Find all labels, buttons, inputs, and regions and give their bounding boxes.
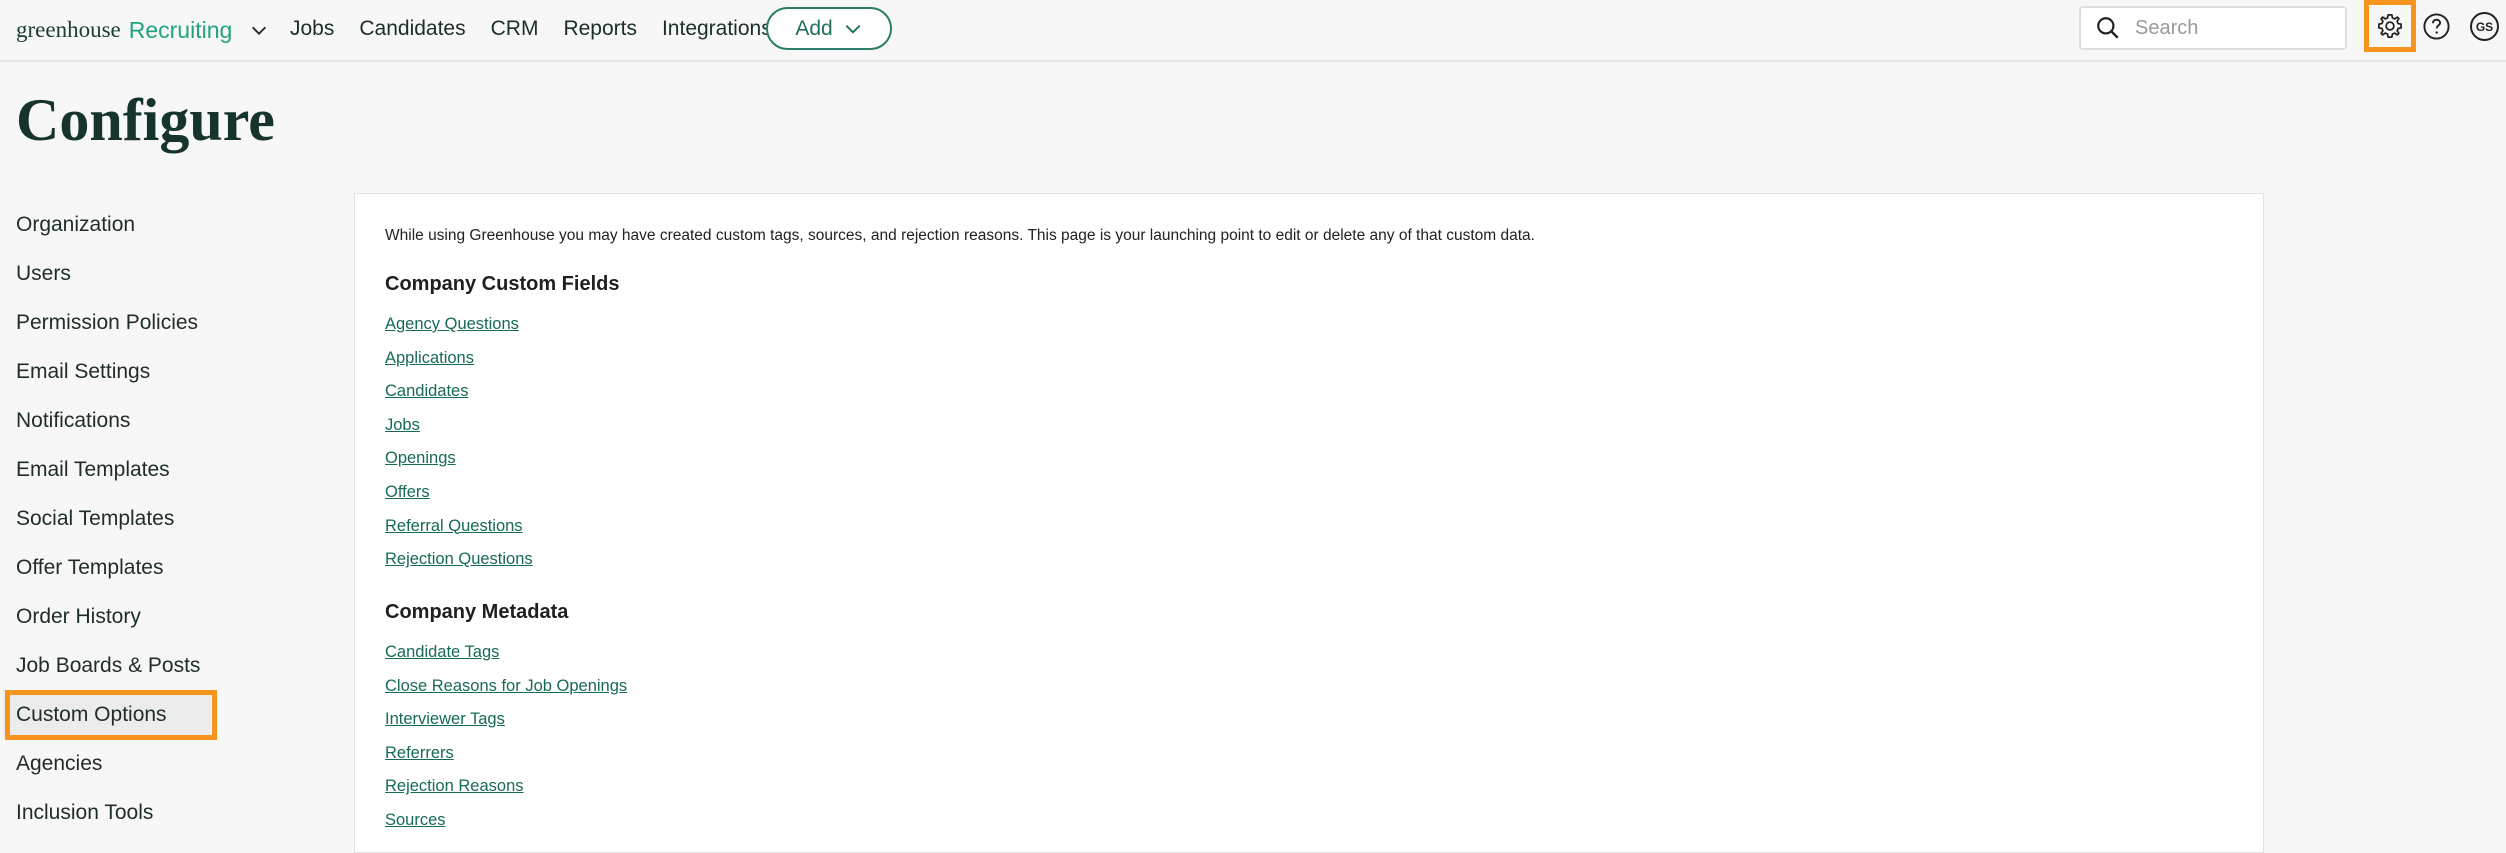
nav-integrations[interactable]: Integrations <box>662 14 772 44</box>
sidebar-item-inclusion-tools[interactable]: Inclusion Tools <box>0 788 230 837</box>
link-applications[interactable]: Applications <box>385 342 533 376</box>
help-icon[interactable] <box>2422 12 2451 41</box>
add-button[interactable]: Add <box>766 7 892 50</box>
chevron-down-icon <box>845 24 861 34</box>
sidebar-item-agencies[interactable]: Agencies <box>0 739 230 788</box>
link-referrers[interactable]: Referrers <box>385 737 627 771</box>
logo-wordmark: greenhouse <box>16 17 121 42</box>
search-input[interactable] <box>2135 16 2335 40</box>
sidebar-item-job-boards-posts[interactable]: Job Boards & Posts <box>0 641 230 690</box>
link-openings[interactable]: Openings <box>385 442 533 476</box>
logo-product-name: Recruiting <box>128 16 233 43</box>
link-candidate-tags[interactable]: Candidate Tags <box>385 636 627 670</box>
add-button-label: Add <box>795 16 833 40</box>
configure-sidebar: Organization Users Permission Policies E… <box>0 200 230 837</box>
sidebar-item-order-history[interactable]: Order History <box>0 592 230 641</box>
link-jobs[interactable]: Jobs <box>385 409 533 443</box>
link-rejection-reasons[interactable]: Rejection Reasons <box>385 770 627 804</box>
link-referral-questions[interactable]: Referral Questions <box>385 510 533 544</box>
link-rejection-questions[interactable]: Rejection Questions <box>385 543 533 577</box>
sidebar-item-offer-templates[interactable]: Offer Templates <box>0 543 230 592</box>
search-icon <box>2097 17 2119 39</box>
link-interviewer-tags[interactable]: Interviewer Tags <box>385 703 627 737</box>
gear-icon <box>2378 14 2402 38</box>
metadata-list: Candidate Tags Close Reasons for Job Ope… <box>385 636 627 838</box>
nav-jobs[interactable]: Jobs <box>290 14 334 44</box>
product-switcher[interactable]: greenhouse Recruiting <box>16 12 270 48</box>
avatar[interactable]: GS <box>2470 12 2499 41</box>
custom-fields-list: Agency Questions Applications Candidates… <box>385 308 533 577</box>
custom-options-panel: While using Greenhouse you may have crea… <box>354 193 2264 853</box>
nav-candidates[interactable]: Candidates <box>359 14 465 44</box>
settings-button[interactable] <box>2364 0 2416 52</box>
main-nav: Jobs Candidates CRM Reports Integrations <box>290 14 772 44</box>
sidebar-item-permission-policies[interactable]: Permission Policies <box>0 298 230 347</box>
search-box[interactable] <box>2079 6 2347 50</box>
link-sources[interactable]: Sources <box>385 804 627 838</box>
chevron-down-icon <box>252 26 267 35</box>
sidebar-item-email-settings[interactable]: Email Settings <box>0 347 230 396</box>
sidebar-item-organization[interactable]: Organization <box>0 200 230 249</box>
sidebar-item-notifications[interactable]: Notifications <box>0 396 230 445</box>
sidebar-item-custom-options[interactable]: Custom Options <box>3 690 217 740</box>
nav-reports[interactable]: Reports <box>563 14 637 44</box>
link-close-reasons[interactable]: Close Reasons for Job Openings <box>385 670 627 704</box>
metadata-heading: Company Metadata <box>385 601 569 623</box>
sidebar-item-social-templates[interactable]: Social Templates <box>0 494 230 543</box>
sidebar-item-users[interactable]: Users <box>0 249 230 298</box>
link-candidates[interactable]: Candidates <box>385 375 533 409</box>
link-offers[interactable]: Offers <box>385 476 533 510</box>
top-navigation: greenhouse Recruiting Jobs Candidates CR… <box>0 0 2506 62</box>
intro-text: While using Greenhouse you may have crea… <box>385 227 1535 244</box>
nav-crm[interactable]: CRM <box>491 14 539 44</box>
custom-fields-heading: Company Custom Fields <box>385 273 620 295</box>
page-title: Configure <box>16 87 275 153</box>
sidebar-item-email-templates[interactable]: Email Templates <box>0 445 230 494</box>
link-agency-questions[interactable]: Agency Questions <box>385 308 533 342</box>
